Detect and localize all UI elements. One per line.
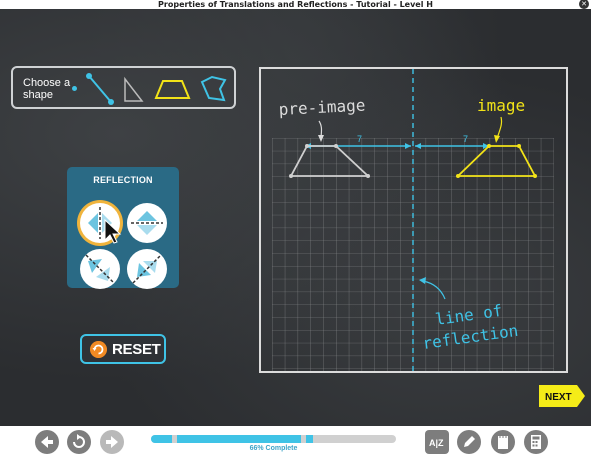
diagonal-down-reflection-icon (85, 254, 115, 284)
progress-bar (151, 435, 396, 443)
window-titlebar: Properties of Translations and Reflectio… (0, 0, 591, 9)
progress-fill-3 (306, 435, 313, 443)
mouse-cursor-icon (104, 219, 122, 244)
image-label: image (477, 96, 525, 115)
next-label: NEXT (545, 392, 572, 403)
forward-button[interactable] (100, 430, 124, 454)
reflection-panel: REFLECTION (67, 167, 179, 289)
back-button[interactable] (35, 430, 59, 454)
calculator-button[interactable] (524, 430, 548, 454)
quadrilateral-shape-button[interactable] (198, 74, 228, 104)
calculator-icon (531, 435, 541, 449)
segment-shape-button[interactable] (85, 72, 115, 106)
right-distance-label: 7 (463, 134, 468, 144)
back-icon (41, 436, 53, 448)
chalkboard-stage: Choose a shape REFLECTION RESET 7 7 pre-… (0, 9, 591, 426)
progress-fill-1 (151, 435, 172, 443)
triangle-shape-button[interactable] (121, 76, 145, 104)
reset-label: RESET (112, 341, 161, 358)
reflect-diagonal-up-button[interactable] (127, 249, 167, 289)
reflection-board[interactable]: 7 7 pre-image image line of reflection (259, 67, 568, 373)
trapezoid-shape-button[interactable] (154, 78, 192, 102)
reset-button[interactable]: RESET (80, 334, 166, 364)
notepad-icon (498, 435, 508, 449)
reflect-diagonal-down-button[interactable] (80, 249, 120, 289)
pencil-button[interactable] (457, 430, 481, 454)
point-shape-button[interactable] (72, 86, 77, 91)
progress-text: 66% Complete (249, 445, 298, 452)
close-icon[interactable]: ✕ (579, 0, 589, 9)
glossary-icon: A|Z (429, 438, 444, 448)
progress-fill-2 (177, 435, 301, 443)
reflection-panel-title: REFLECTION (93, 175, 153, 185)
shape-chooser: Choose a shape (11, 66, 236, 109)
svg-text:A|Z: A|Z (429, 438, 444, 448)
diagonal-up-reflection-icon (132, 254, 162, 284)
chooser-label: Choose a shape (23, 77, 71, 101)
horizontal-reflection-icon (131, 211, 163, 235)
bottom-toolbar: 66% Complete A|Z (0, 426, 591, 456)
board-canvas: 7 7 pre-image image line of reflection (272, 69, 554, 371)
replay-icon (73, 434, 85, 448)
next-button[interactable]: NEXT (539, 385, 585, 407)
replay-button[interactable] (67, 430, 91, 454)
left-distance-label: 7 (357, 134, 362, 144)
reflect-horizontal-button[interactable] (127, 203, 167, 243)
glossary-button[interactable]: A|Z (425, 430, 449, 454)
pre-image-label: pre-image (278, 95, 366, 119)
window-title: Properties of Translations and Reflectio… (158, 0, 433, 9)
pencil-icon (464, 436, 475, 447)
notepad-button[interactable] (491, 430, 515, 454)
reset-icon (90, 341, 107, 358)
forward-icon (106, 436, 118, 448)
